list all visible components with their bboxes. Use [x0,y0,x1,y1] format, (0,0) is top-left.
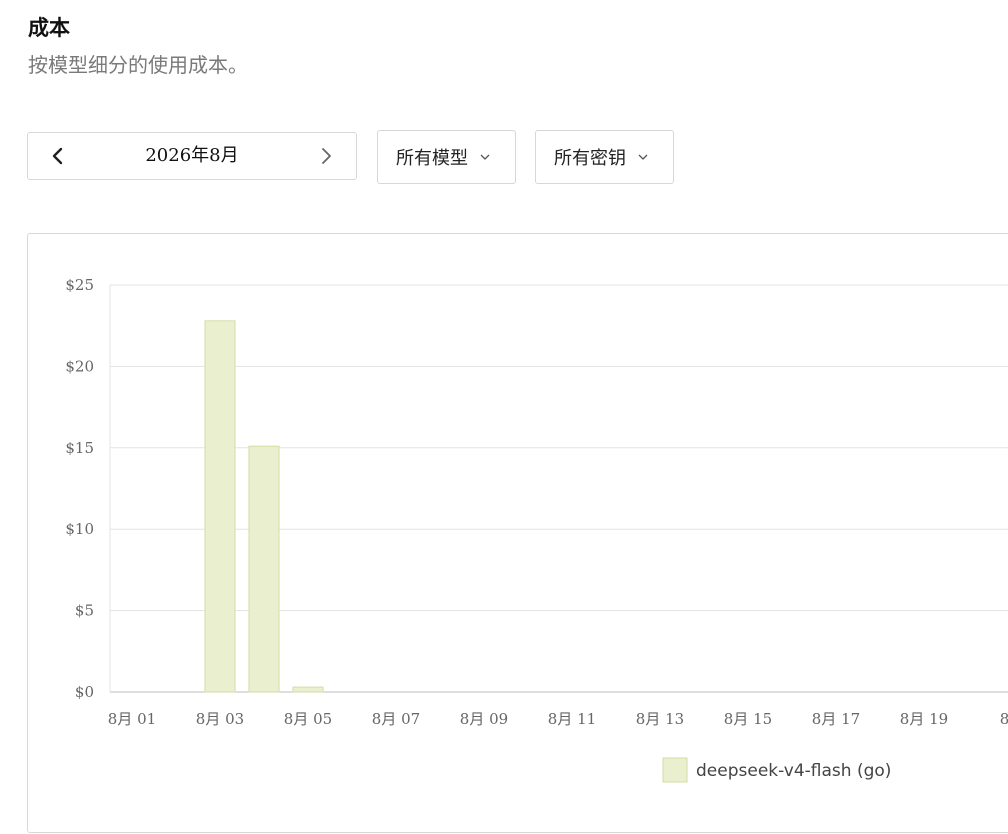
month-picker: 2026年8月 [27,132,357,180]
y-tick-label: $15 [65,439,94,457]
chevron-left-icon [52,147,63,165]
x-tick-label: 8月 13 [636,710,684,728]
x-tick-label: 8月 [1000,710,1008,728]
legend-label: deepseek-v4-flash (go) [696,761,891,781]
next-month-button[interactable] [304,133,348,179]
x-tick-label: 8月 17 [812,710,860,728]
y-tick-label: $5 [75,602,94,620]
current-month-label: 2026年8月 [145,145,239,166]
x-tick-label: 8月 15 [724,710,772,728]
key-filter-dropdown[interactable]: 所有密钥 [535,130,674,184]
page-title: 成本 [28,15,70,40]
y-tick-label: $20 [65,357,94,375]
chevron-right-icon [322,148,331,164]
cost-bar-chart: $0 $5 $10 $15 $20 $25 8月 01 8月 03 8月 05 8月 07 8月 0… [65,276,1008,783]
bar [248,445,280,693]
x-tick-label: 8月 03 [196,710,244,728]
legend-swatch [662,757,688,783]
x-tick-label: 8月 19 [900,710,948,728]
x-tick-label: 8月 09 [460,710,508,728]
chevron-down-icon [480,153,490,161]
y-tick-label: $25 [65,276,94,294]
page-subtitle: 按模型细分的使用成本。 [28,53,248,77]
y-tick-label: $10 [65,520,94,538]
cost-chart-panel: $0 $5 $10 $15 $20 $25 8月 01 8月 03 8月 05 8月 07 8月 0… [27,233,1008,833]
model-filter-label: 所有模型 [396,148,468,169]
bar [292,686,324,693]
x-tick-label: 8月 07 [372,710,420,728]
bar [204,320,236,693]
previous-month-button[interactable] [36,133,80,179]
y-tick-label: $0 [75,683,94,701]
chevron-down-icon [638,153,648,161]
key-filter-label: 所有密钥 [554,148,626,169]
x-tick-label: 8月 01 [108,710,156,728]
x-tick-label: 8月 05 [284,710,332,728]
model-filter-dropdown[interactable]: 所有模型 [377,130,516,184]
x-tick-label: 8月 11 [548,710,596,728]
